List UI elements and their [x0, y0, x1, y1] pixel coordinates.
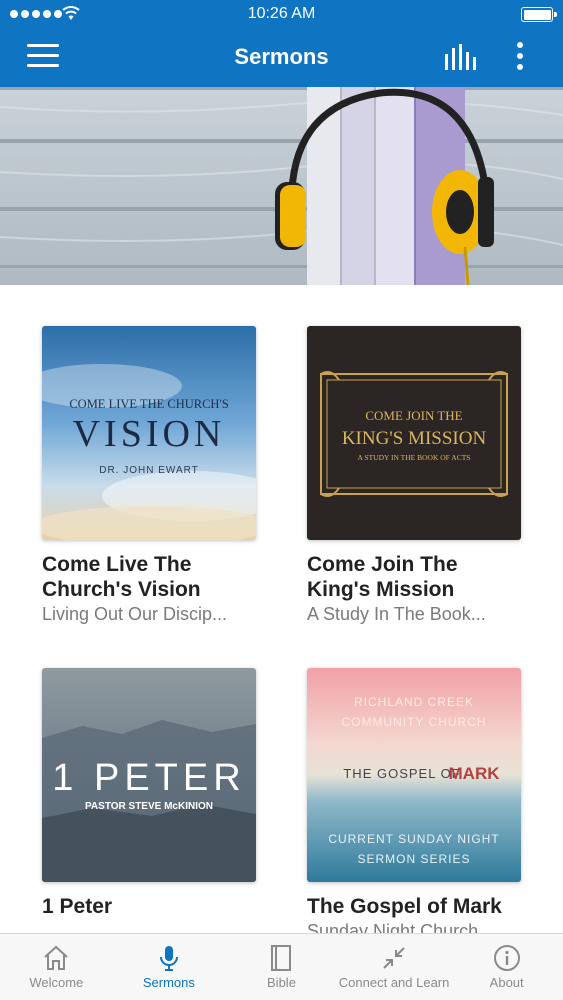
tab-about[interactable]: About [450, 934, 563, 1000]
art-text: COMMUNITY CHURCH [341, 715, 486, 729]
sermon-title: 1 Peter [42, 895, 113, 918]
home-icon [44, 945, 68, 970]
art-text: VISION [73, 413, 226, 455]
art-text: PASTOR STEVE McKINION [85, 801, 213, 812]
status-bar: 10:26 AM [0, 0, 563, 30]
sermon-artwork: RICHLAND CREEK COMMUNITY CHURCH THE GOSP… [307, 668, 521, 882]
sermon-artwork: 1 PETER PASTOR STEVE McKINION [42, 668, 256, 882]
header-banner-image [0, 87, 563, 285]
art-text: SERMON SERIES [357, 852, 470, 866]
art-text: THE GOSPEL OF [343, 766, 460, 781]
tab-label: Connect and Learn [338, 975, 450, 990]
art-text: COME JOIN THE [365, 408, 462, 423]
sermon-title: Come Live The Church's Vision [42, 553, 201, 601]
art-text: KING'S MISSION [342, 428, 487, 449]
tab-bible[interactable]: Bible [225, 934, 338, 1000]
sermons-grid: COME LIVE THE CHURCH'S VISION DR. JOHN E… [0, 285, 563, 933]
navigation-bar: 10:26 AM Sermons [0, 0, 563, 87]
sermon-card-church-vision[interactable]: COME LIVE THE CHURCH'S VISION DR. JOHN E… [42, 326, 256, 626]
tab-bar: Welcome Sermons Bible Connect and Learn … [0, 933, 563, 1000]
art-text: 1 PETER [52, 757, 245, 799]
sermon-artwork: COME LIVE THE CHURCH'S VISION DR. JOHN E… [42, 326, 256, 540]
art-text: COME LIVE THE CHURCH'S [69, 397, 228, 411]
art-text: RICHLAND CREEK [354, 695, 474, 709]
tab-label: Welcome [29, 975, 84, 990]
tab-sermons[interactable]: Sermons [113, 934, 226, 1000]
page-title: Sermons [234, 44, 329, 69]
art-text: MARK [449, 764, 501, 783]
tab-label: About [489, 975, 524, 990]
art-text: CURRENT SUNDAY NIGHT [328, 832, 499, 846]
collapse-arrows-icon [383, 947, 405, 969]
book-icon [271, 945, 292, 971]
tab-label: Bible [267, 975, 296, 990]
sermon-title: The Gospel of Mark [307, 895, 502, 918]
sermon-card-gospel-of-mark[interactable]: RICHLAND CREEK COMMUNITY CHURCH THE GOSP… [307, 668, 521, 933]
tab-connect-and-learn[interactable]: Connect and Learn [338, 934, 451, 1000]
tab-welcome[interactable]: Welcome [0, 934, 113, 1000]
sermon-card-1-peter[interactable]: 1 PETER PASTOR STEVE McKINION 1 Peter [42, 668, 256, 919]
microphone-icon [159, 946, 178, 971]
tab-label: Sermons [142, 975, 195, 990]
art-text: A STUDY IN THE BOOK OF ACTS [358, 453, 471, 462]
sermon-subtitle: Living Out Our Discip... [42, 604, 228, 624]
status-time: 10:26 AM [247, 5, 316, 22]
battery-icon [521, 7, 557, 22]
sermon-title: Come Join The King's Mission [307, 553, 458, 601]
sermon-card-kings-mission[interactable]: COME JOIN THE KING'S MISSION A STUDY IN … [307, 326, 521, 626]
art-text: DR. JOHN EWART [99, 465, 199, 476]
sermon-artwork: COME JOIN THE KING'S MISSION A STUDY IN … [307, 326, 521, 540]
more-options-button[interactable] [512, 42, 528, 72]
sermon-subtitle: Sunday Night Church [307, 921, 479, 933]
sermon-subtitle: A Study In The Book... [307, 604, 486, 624]
info-icon [493, 945, 520, 971]
equalizer-icon[interactable] [443, 44, 477, 72]
